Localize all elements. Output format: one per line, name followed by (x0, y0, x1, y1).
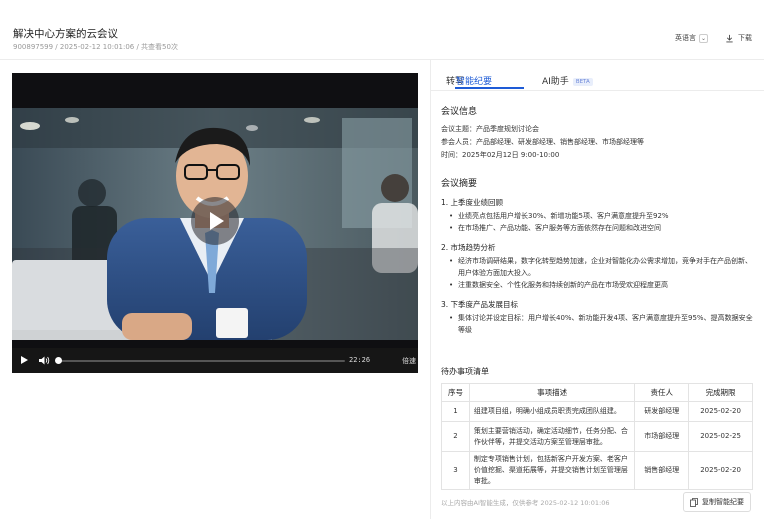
video-time: 22:26 (349, 356, 371, 364)
active-tab-indicator (455, 87, 524, 89)
summary-item-title: 2. 市场趋势分析 (441, 243, 496, 252)
table-cell: 2025-02-20 (688, 401, 753, 422)
language-label: 英语言 (675, 34, 696, 42)
language-select[interactable]: 英语言 ⌄ (675, 33, 708, 43)
video-player[interactable] (12, 73, 418, 373)
meeting-participants: 参会人员：产品部经理、研发部经理、销售部经理、市场部经理等 (441, 138, 644, 146)
summary-bullet: 业绩亮点包括用户增长30%、新增功能5项、客户满意度提升至92% (441, 210, 753, 222)
table-cell: 3 (441, 451, 470, 490)
todo-heading: 待办事项清单 (441, 367, 489, 376)
column-header: 完成期限 (688, 383, 753, 402)
tab-smart-minutes[interactable]: 智能纪要 (456, 74, 492, 87)
table-cell: 2 (441, 421, 470, 452)
table-cell: 研发部经理 (634, 401, 690, 422)
table-header-row: 序号 事项描述 责任人 完成期限 (441, 383, 753, 402)
table-row: 1 组建项目组，明确小组成员职责完成团队组建。 研发部经理 2025-02-20 (441, 401, 753, 422)
meeting-time: 时间：2025年02月12日 9:00-10:00 (441, 151, 560, 159)
video-controls: 22:26 倍速 (12, 348, 418, 373)
table-cell: 市场部经理 (634, 421, 690, 452)
ai-disclaimer: 以上内容由AI智能生成，仅供参考 2025-02-12 10:01:06 (441, 499, 610, 507)
column-header: 序号 (441, 383, 470, 402)
chevron-down-icon: ⌄ (699, 33, 708, 43)
page-header: 解决中心方案的云会议 900897599 / 2025-02-12 10:01:… (0, 0, 764, 60)
progress-track[interactable] (57, 360, 345, 362)
table-row: 2 策划主要营销活动，确定活动细节，任务分配、合作伙伴等，并提交活动方案至管理层… (441, 421, 753, 452)
meeting-info-heading: 会议信息 (441, 107, 478, 117)
play-icon[interactable] (21, 356, 28, 364)
play-button[interactable] (191, 197, 239, 245)
meeting-topic: 会议主题：产品季度规划讨论会 (441, 125, 539, 133)
column-header: 责任人 (634, 383, 690, 402)
tab-ai-assistant[interactable]: AI助手 BETA (542, 74, 593, 87)
panel-divider (430, 60, 431, 519)
tab-ai-assistant-label: AI助手 (542, 77, 569, 87)
beta-badge: BETA (572, 78, 593, 86)
column-header: 事项描述 (468, 383, 636, 402)
copy-icon (690, 497, 698, 507)
summary-item-title: 3. 下季度产品发展目标 (441, 300, 519, 309)
download-button[interactable]: 下载 (725, 33, 752, 43)
table-cell: 2025-02-20 (688, 451, 753, 490)
meeting-meta: 900897599 / 2025-02-12 10:01:06 / 共查看50次 (13, 43, 178, 51)
download-label: 下载 (738, 34, 752, 42)
table-row: 3 制定专项销售计划，包括新客户开发方案、老客户价值挖掘、渠道拓展等，并提交销售… (441, 451, 753, 490)
summary-bullet: 注重数据安全、个性化服务和持续创新的产品在市场受欢迎程度更高 (441, 279, 753, 291)
table-cell: 销售部经理 (634, 451, 690, 490)
summary-bullet: 经济市场调研结果，数字化转型趋势加速，企业对智能化办公需求增加，竞争对手在产品创… (441, 255, 753, 279)
table-cell: 制定专项销售计划，包括新客户开发方案、老客户价值挖掘、渠道拓展等，并提交销售计划… (468, 451, 636, 490)
summary-heading: 会议摘要 (441, 179, 478, 189)
speed-button[interactable]: 倍速 (402, 356, 416, 366)
volume-icon[interactable] (38, 355, 50, 366)
meeting-info-section: 会议信息 会议主题：产品季度规划讨论会 参会人员：产品部经理、研发部经理、销售部… (441, 104, 644, 162)
table-cell: 2025-02-25 (688, 421, 753, 452)
summary-bullet: 集体讨论并设定目标：用户增长40%、新功能开发4项、客户满意度提升至95%、提高… (441, 312, 753, 336)
summary-bullet: 在市场推广、产品功能、客户服务等方面依然存在问题和改进空间 (441, 222, 753, 234)
table-cell: 组建项目组，明确小组成员职责完成团队组建。 (468, 401, 636, 422)
summary-section: 会议摘要 1. 上季度业绩回顾 业绩亮点包括用户增长30%、新增功能5项、客户满… (441, 176, 753, 336)
copy-minutes-label: 复制智能纪要 (702, 498, 744, 506)
summary-item-title: 1. 上季度业绩回顾 (441, 198, 504, 207)
copy-minutes-button[interactable]: 复制智能纪要 (683, 492, 751, 512)
table-cell: 1 (441, 401, 470, 422)
tab-divider (431, 90, 764, 91)
progress-handle[interactable] (55, 357, 62, 364)
meeting-title: 解决中心方案的云会议 (13, 28, 118, 40)
table-cell: 策划主要营销活动，确定活动细节，任务分配、合作伙伴等，并提交活动方案至管理层审批… (468, 421, 636, 452)
download-icon (726, 34, 733, 42)
todo-table: 序号 事项描述 责任人 完成期限 1 组建项目组，明确小组成员职责完成团队组建。… (441, 383, 753, 490)
